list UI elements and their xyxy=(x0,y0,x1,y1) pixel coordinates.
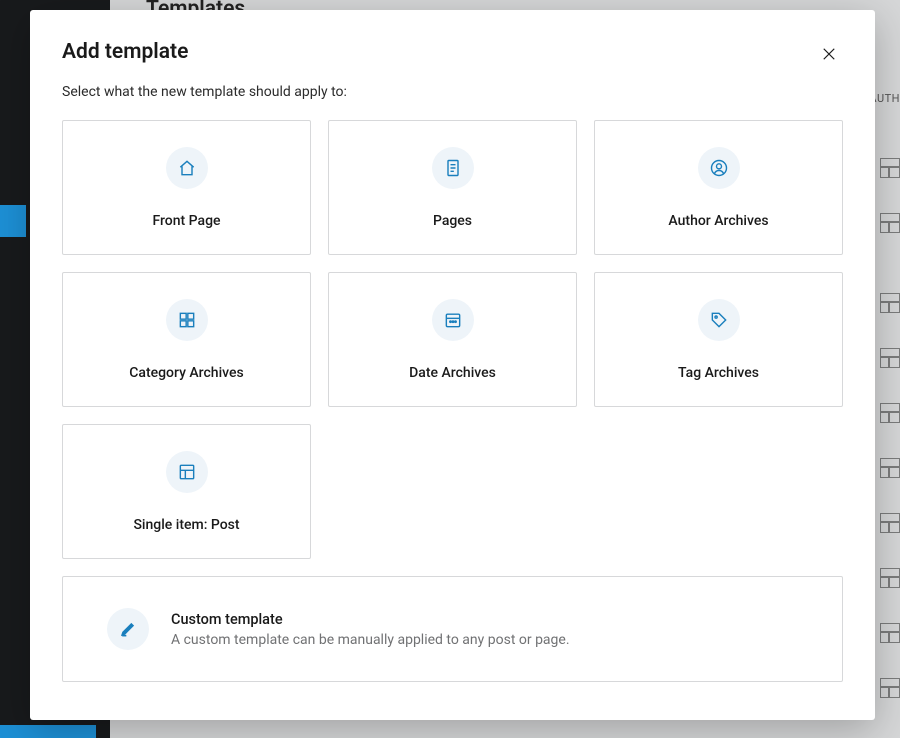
template-options-grid: Front Page Pages Author Archives xyxy=(62,120,843,559)
bg-tile-column xyxy=(880,158,900,733)
option-date-archives[interactable]: Date Archives xyxy=(328,272,577,407)
sidebar-bottom-indicator xyxy=(0,725,96,738)
option-tag-archives[interactable]: Tag Archives xyxy=(594,272,843,407)
option-custom-template[interactable]: Custom template A custom template can be… xyxy=(62,576,843,682)
calendar-icon xyxy=(432,299,474,341)
add-template-modal: Add template Select what the new templat… xyxy=(30,10,875,720)
modal-subtitle: Select what the new template should appl… xyxy=(62,84,843,100)
close-icon xyxy=(820,45,838,63)
option-category-archives[interactable]: Category Archives xyxy=(62,272,311,407)
tag-icon xyxy=(698,299,740,341)
option-pages[interactable]: Pages xyxy=(328,120,577,255)
option-label: Pages xyxy=(433,213,472,229)
modal-title: Add template xyxy=(62,40,188,64)
custom-template-desc: A custom template can be manually applie… xyxy=(171,632,570,648)
modal-header: Add template xyxy=(62,40,843,68)
option-author-archives[interactable]: Author Archives xyxy=(594,120,843,255)
page-icon xyxy=(432,147,474,189)
option-label: Date Archives xyxy=(409,365,496,381)
option-label: Author Archives xyxy=(668,213,768,229)
option-front-page[interactable]: Front Page xyxy=(62,120,311,255)
close-button[interactable] xyxy=(815,40,843,68)
pencil-icon xyxy=(107,608,149,650)
option-single-post[interactable]: Single item: Post xyxy=(62,424,311,559)
custom-template-title: Custom template xyxy=(171,611,570,628)
author-icon xyxy=(698,147,740,189)
option-label: Front Page xyxy=(152,213,220,229)
grid-icon xyxy=(166,299,208,341)
home-icon xyxy=(166,147,208,189)
option-label: Single item: Post xyxy=(133,517,239,533)
layout-icon xyxy=(166,451,208,493)
custom-template-text: Custom template A custom template can be… xyxy=(171,611,570,648)
sidebar-active-indicator xyxy=(0,205,26,237)
option-label: Category Archives xyxy=(129,365,243,381)
option-label: Tag Archives xyxy=(678,365,759,381)
